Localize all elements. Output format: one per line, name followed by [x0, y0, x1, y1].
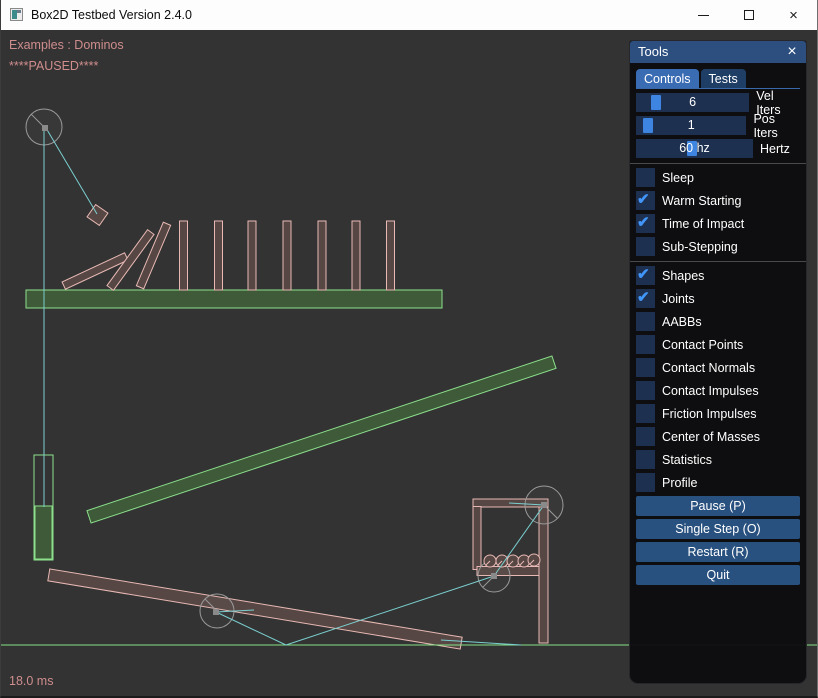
checkbox-label: Friction Impulses	[662, 407, 756, 421]
checkbox-profile[interactable]	[636, 473, 655, 492]
body-rect[interactable]	[352, 221, 360, 290]
checkbox-contact-points[interactable]	[636, 335, 655, 354]
example-label: Examples : Dominos	[9, 38, 124, 52]
body-rect[interactable]	[87, 356, 556, 523]
checkbox-contact-normals[interactable]	[636, 358, 655, 377]
check-icon: ✔	[637, 190, 650, 209]
slider-value: 1	[636, 116, 746, 135]
check-icon: ✔	[637, 213, 650, 232]
checkbox-label: Contact Points	[662, 338, 743, 352]
checkbox-joints[interactable]: ✔	[636, 289, 655, 308]
checkbox-label: Shapes	[662, 269, 704, 283]
tab-bar: ControlsTests	[636, 69, 800, 89]
slider-value: 60 hz	[636, 139, 753, 158]
slider-value: 6	[636, 93, 749, 112]
paused-label: ****PAUSED****	[9, 59, 98, 73]
checkbox-aabbs[interactable]	[636, 312, 655, 331]
title-bar[interactable]: Box2D Testbed Version 2.4.0 ×	[1, 0, 817, 30]
checkbox-label: Sub-Stepping	[662, 240, 738, 254]
frame-time-label: 18.0 ms	[9, 674, 53, 688]
tools-panel: Tools × ControlsTests 6Vel Iters1Pos Ite…	[629, 40, 807, 684]
check-icon: ✔	[637, 288, 650, 307]
maximize-button[interactable]	[726, 0, 771, 30]
separator	[630, 163, 806, 164]
checkbox-label: Statistics	[662, 453, 712, 467]
tab-controls[interactable]: Controls	[636, 69, 699, 88]
slider-label: Hertz	[760, 142, 790, 156]
joint-anchor	[213, 609, 219, 615]
hertz-slider[interactable]: 60 hz	[636, 139, 753, 158]
checkbox-label: Joints	[662, 292, 695, 306]
close-icon: ×	[789, 8, 798, 23]
minimize-button[interactable]	[681, 0, 726, 30]
checkbox-shapes[interactable]: ✔	[636, 266, 655, 285]
vel-iters-slider[interactable]: 6	[636, 93, 749, 112]
joint-anchor	[42, 125, 48, 131]
close-button[interactable]: ×	[771, 0, 816, 30]
checkbox-label: Warm Starting	[662, 194, 741, 208]
body-rect[interactable]	[35, 506, 52, 559]
checkbox-label: Profile	[662, 476, 697, 490]
pos-iters-slider[interactable]: 1	[636, 116, 746, 135]
tools-close-icon[interactable]: ×	[782, 41, 802, 63]
maximize-icon	[744, 10, 754, 20]
window-title: Box2D Testbed Version 2.4.0	[31, 0, 192, 30]
body-rect[interactable]	[215, 221, 223, 290]
pause-button[interactable]: Pause (P)	[636, 496, 800, 516]
checkbox-label: Center of Masses	[662, 430, 760, 444]
body-rect[interactable]	[283, 221, 291, 290]
body-rect[interactable]	[248, 221, 256, 290]
checkbox-contact-impulses[interactable]	[636, 381, 655, 400]
body-rect[interactable]	[318, 221, 326, 290]
tab-tests[interactable]: Tests	[701, 69, 746, 88]
checkbox-label: Time of Impact	[662, 217, 744, 231]
checkbox-label: Contact Normals	[662, 361, 755, 375]
body-rect[interactable]	[26, 290, 442, 308]
app-icon	[10, 8, 23, 21]
checkbox-label: Sleep	[662, 171, 694, 185]
check-icon: ✔	[637, 265, 650, 284]
body-rect[interactable]	[48, 569, 462, 649]
single-step-button[interactable]: Single Step (O)	[636, 519, 800, 539]
body-rect[interactable]	[473, 507, 481, 570]
checkbox-sleep[interactable]	[636, 168, 655, 187]
joint-anchor	[541, 502, 547, 508]
checkbox-sub-stepping[interactable]	[636, 237, 655, 256]
checkbox-label: AABBs	[662, 315, 702, 329]
body-rect[interactable]	[387, 221, 395, 290]
checkbox-warm-starting[interactable]: ✔	[636, 191, 655, 210]
restart-button[interactable]: Restart (R)	[636, 542, 800, 562]
joint-anchor	[491, 573, 497, 579]
checkbox-friction-impulses[interactable]	[636, 404, 655, 423]
app-window: Examples : Dominos ****PAUSED**** 18.0 m…	[0, 0, 818, 698]
checkbox-center-of-masses[interactable]	[636, 427, 655, 446]
checkbox-time-of-impact[interactable]: ✔	[636, 214, 655, 233]
body-rect[interactable]	[539, 507, 548, 643]
quit-button[interactable]: Quit	[636, 565, 800, 585]
body-rect[interactable]	[180, 221, 188, 290]
tools-title: Tools	[638, 44, 668, 59]
tools-body: ControlsTests 6Vel Iters1Pos Iters60 hzH…	[630, 63, 806, 585]
joint-line	[46, 128, 97, 214]
checkbox-statistics[interactable]	[636, 450, 655, 469]
separator	[630, 261, 806, 262]
checkbox-label: Contact Impulses	[662, 384, 759, 398]
body-rect[interactable]	[136, 222, 170, 289]
slider-label: Pos Iters	[753, 112, 800, 140]
body-rect[interactable]	[87, 205, 108, 226]
minimize-icon	[698, 15, 709, 16]
tools-titlebar[interactable]: Tools ×	[630, 41, 806, 63]
